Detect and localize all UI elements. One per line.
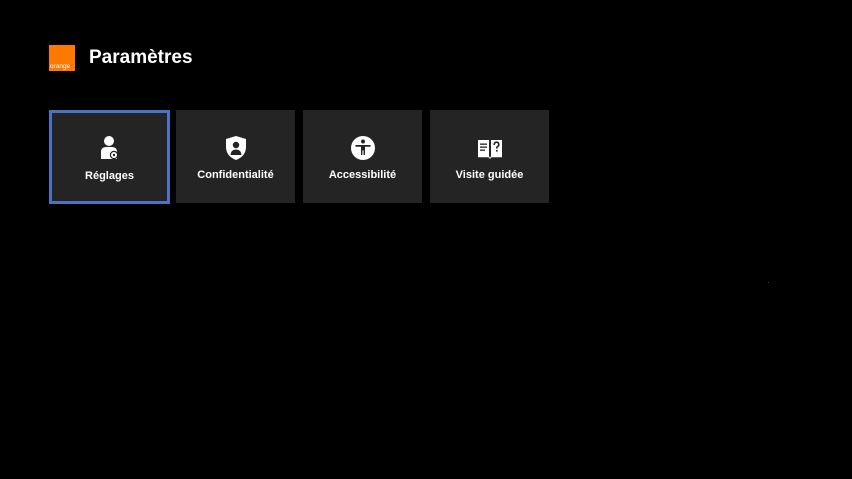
guide-book-question-icon [477, 135, 503, 161]
tile-visite-guidee[interactable]: Visite guidée [430, 110, 549, 203]
logo-text: orange [50, 63, 71, 70]
user-gear-icon [97, 135, 123, 161]
header: orange Paramètres [49, 45, 193, 71]
accessibility-icon [350, 135, 376, 161]
tile-accessibilite[interactable]: Accessibilité [303, 110, 422, 203]
settings-tiles: Réglages Confidentialité Accessibilité V… [49, 110, 557, 204]
tile-label: Accessibilité [328, 169, 397, 181]
tile-label: Confidentialité [197, 169, 274, 181]
page-title: Paramètres [89, 47, 193, 68]
tile-label: Réglages [85, 170, 134, 182]
tile-label: Visite guidée [455, 169, 524, 181]
orange-logo: orange [49, 45, 75, 71]
stray-pixel [768, 282, 769, 283]
tile-reglages[interactable]: Réglages [49, 110, 170, 204]
shield-user-icon [223, 135, 249, 161]
tile-confidentialite[interactable]: Confidentialité [176, 110, 295, 203]
